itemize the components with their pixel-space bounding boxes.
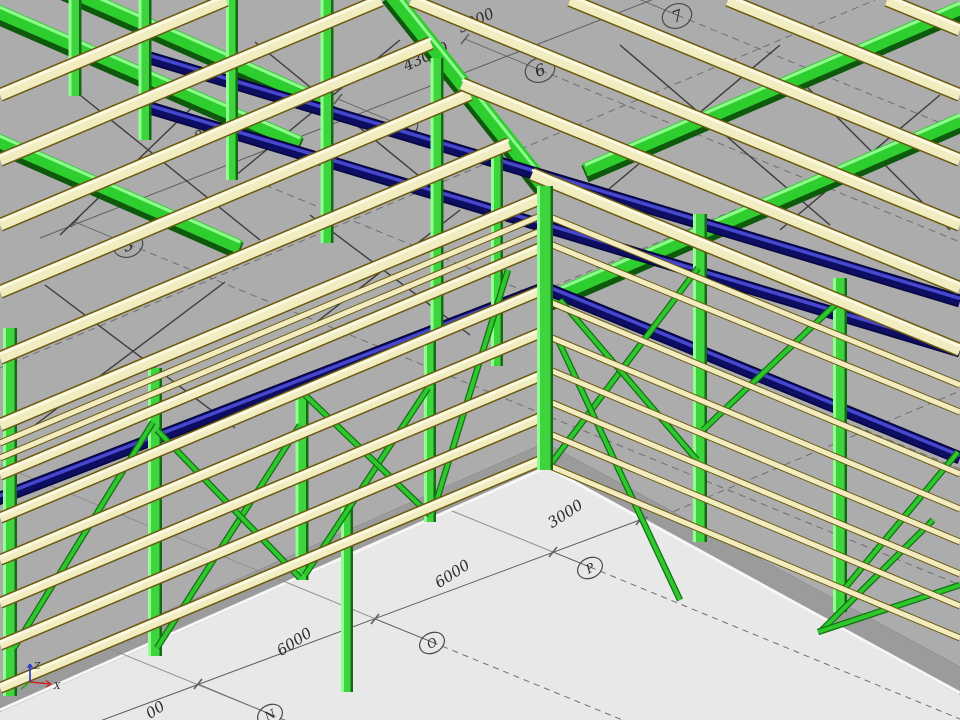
column-shade bbox=[79, 0, 82, 96]
structural-model-scene: 5000430000000300060006000003567NOPZX bbox=[0, 0, 960, 720]
column-shade bbox=[331, 0, 334, 243]
column-highlight bbox=[321, 0, 324, 243]
corner-column bbox=[537, 186, 553, 470]
column-highlight bbox=[341, 505, 344, 692]
column-shade bbox=[236, 0, 239, 180]
axis-z-label: Z bbox=[33, 662, 41, 672]
column-highlight bbox=[226, 0, 229, 180]
corner-column-shade bbox=[551, 186, 554, 470]
column-shade bbox=[149, 0, 152, 140]
column-shade bbox=[705, 214, 708, 542]
column-shade bbox=[501, 148, 504, 366]
column-shade bbox=[351, 505, 354, 692]
column-highlight bbox=[69, 0, 72, 96]
column-highlight bbox=[833, 278, 836, 612]
axis-x-label: X bbox=[53, 682, 61, 692]
column-highlight bbox=[139, 0, 142, 140]
corner-column-highlight bbox=[537, 186, 540, 470]
cad-3d-viewport[interactable]: 5000430000000300060006000003567NOPZX bbox=[0, 0, 960, 720]
